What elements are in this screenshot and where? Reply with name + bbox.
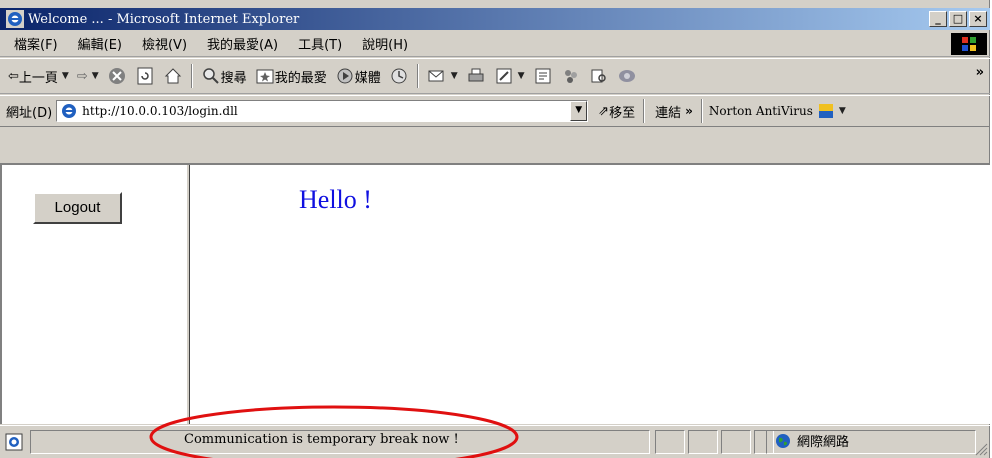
print-icon <box>468 68 484 82</box>
favorites-button[interactable]: 我的最愛 <box>255 66 327 86</box>
frame-divider[interactable] <box>186 165 190 424</box>
tools-icon <box>618 70 635 82</box>
menu-bar: 檔案(F) 編輯(E) 檢視(V) 我的最愛(A) 工具(T) 說明(H) <box>0 31 990 57</box>
edit-icon <box>496 68 512 84</box>
status-panel <box>655 430 685 454</box>
go-label: 移至 <box>609 105 636 121</box>
chevron-down-icon[interactable]: ▼ <box>839 106 846 116</box>
status-panel <box>688 430 718 454</box>
forward-button[interactable]: ⇨ ▼ <box>77 69 99 84</box>
security-zone: 網際網路 <box>775 431 849 450</box>
windows-logo-icon <box>951 33 987 55</box>
chevron-down-icon: ▼ <box>61 71 69 81</box>
media-button[interactable]: 媒體 <box>335 66 381 86</box>
forward-arrow-icon: ⇨ <box>76 68 88 84</box>
back-label: 上一頁 <box>18 70 58 86</box>
address-input[interactable]: http://10.0.0.103/login.dll ▼ <box>56 100 589 122</box>
history-icon <box>391 68 407 84</box>
norton-label[interactable]: Norton AntiVirus <box>709 104 813 118</box>
back-arrow-icon: ⇦ <box>8 68 19 84</box>
back-button[interactable]: ⇦ 上一頁 ▼ <box>8 67 69 86</box>
research-button[interactable] <box>589 66 609 86</box>
go-button[interactable]: ⇗ 移至 <box>598 102 635 121</box>
go-arrow-icon: ⇗ <box>598 103 610 119</box>
home-button[interactable] <box>163 66 183 86</box>
media-label: 媒體 <box>354 70 381 86</box>
menu-help[interactable]: 說明(H) <box>362 34 408 53</box>
page-status-icon <box>5 433 23 451</box>
page-icon <box>62 104 77 118</box>
address-bar: 網址(D) http://10.0.0.103/login.dll ▼ ⇗ 移至… <box>0 95 990 127</box>
chevron-down-icon: ▼ <box>450 71 458 81</box>
window-title: Welcome ... - Microsoft Internet Explore… <box>28 11 300 27</box>
links-button[interactable]: 連結 <box>655 102 681 121</box>
minimize-button[interactable]: _ <box>929 11 947 27</box>
ie-logo-icon <box>6 10 24 28</box>
favorites-icon <box>256 69 274 84</box>
status-panel <box>721 430 751 454</box>
resize-grip-icon[interactable] <box>974 442 988 456</box>
history-button[interactable] <box>389 66 409 86</box>
edit-button[interactable]: ▼ <box>494 66 525 86</box>
maximize-button[interactable]: □ <box>949 11 967 27</box>
messenger-button[interactable] <box>561 66 581 86</box>
standard-toolbar: ⇦ 上一頁 ▼ ⇨ ▼ 搜尋 我的最愛 媒體 ▼ ▼ » <box>0 58 990 94</box>
toolbar-separator <box>190 64 193 88</box>
status-bar: Communication is temporary break now ! 網… <box>0 425 990 458</box>
toolbar-overflow-button[interactable]: » <box>976 65 984 80</box>
menu-file[interactable]: 檔案(F) <box>14 34 58 53</box>
mail-icon <box>428 70 444 82</box>
messenger-icon <box>564 70 577 83</box>
left-frame: Logout <box>2 165 186 424</box>
search-icon <box>202 68 219 84</box>
browser-window: Welcome ... - Microsoft Internet Explore… <box>0 0 990 458</box>
media-icon <box>337 68 353 84</box>
menu-tools[interactable]: 工具(T) <box>298 34 342 53</box>
address-separator <box>700 99 703 123</box>
search-label: 搜尋 <box>220 70 247 86</box>
print-button[interactable] <box>466 66 486 86</box>
home-icon <box>164 68 181 84</box>
chevron-down-icon: ▼ <box>517 71 525 81</box>
address-separator <box>643 99 646 123</box>
research-icon <box>591 69 606 83</box>
greeting-text: Hello ! <box>299 185 372 214</box>
stop-button[interactable] <box>107 66 127 86</box>
address-url: http://10.0.0.103/login.dll <box>82 104 238 118</box>
logout-button[interactable]: Logout <box>33 192 122 224</box>
discuss-button[interactable] <box>533 66 553 86</box>
page-content: Logout Hello ! <box>0 163 990 424</box>
favorites-label: 我的最愛 <box>274 70 327 86</box>
zone-label: 網際網路 <box>797 435 850 450</box>
status-message: Communication is temporary break now ! <box>184 432 459 447</box>
search-button[interactable]: 搜尋 <box>201 66 247 86</box>
close-button[interactable]: × <box>969 11 987 27</box>
globe-icon <box>776 433 790 448</box>
norton-antivirus-icon[interactable] <box>817 102 835 120</box>
address-dropdown-button[interactable]: ▼ <box>570 101 588 121</box>
chevron-down-icon: ▼ <box>91 71 99 81</box>
tools-button[interactable] <box>617 66 637 86</box>
links-chevron[interactable]: » <box>685 104 693 118</box>
menu-edit[interactable]: 編輯(E) <box>78 34 122 53</box>
menu-view[interactable]: 檢視(V) <box>142 34 187 53</box>
stop-icon <box>108 68 125 84</box>
address-label: 網址(D) <box>6 105 53 121</box>
refresh-button[interactable] <box>135 66 155 86</box>
toolbar-separator <box>416 64 419 88</box>
menu-favorites[interactable]: 我的最愛(A) <box>207 34 278 53</box>
title-bar: Welcome ... - Microsoft Internet Explore… <box>0 8 990 30</box>
mail-button[interactable]: ▼ <box>427 66 458 86</box>
refresh-icon <box>137 67 153 85</box>
window-controls: _ □ × <box>929 11 987 27</box>
discuss-icon <box>535 68 551 84</box>
